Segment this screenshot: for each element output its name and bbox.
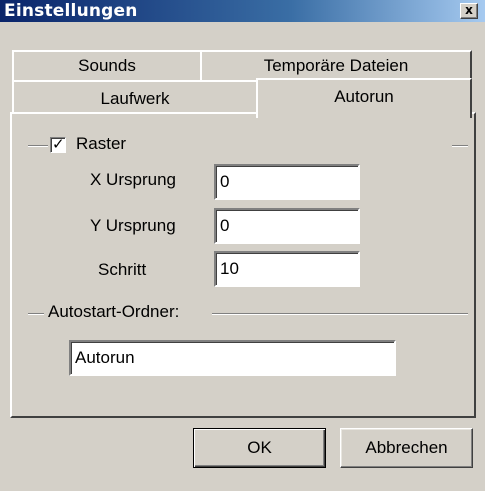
y-origin-label: Y Ursprung [90,216,176,235]
group-line [212,313,468,315]
ok-button[interactable]: OK [193,428,326,468]
window-title: Einstellungen [4,1,138,21]
tab-autorun[interactable]: Autorun [256,78,472,118]
check-mark-icon: ✓ [52,135,65,153]
tab-temporaere-dateien[interactable]: Temporäre Dateien [200,50,472,80]
y-origin-field[interactable] [214,208,360,244]
raster-checkbox[interactable]: ✓ [50,135,66,153]
autostart-label: Autostart-Ordner: [48,302,180,321]
x-origin-label: X Ursprung [90,170,176,189]
tab-sounds[interactable]: Sounds [12,50,202,80]
group-line [28,313,44,315]
autostart-folder-field[interactable] [69,340,396,376]
step-label: Schritt [98,260,147,279]
close-button[interactable]: x [460,3,478,19]
tab-laufwerk[interactable]: Laufwerk [12,80,258,114]
raster-label: Raster [76,134,127,153]
x-origin-field[interactable] [214,164,360,200]
cancel-button[interactable]: Abbrechen [340,428,473,468]
group-line [28,145,48,147]
group-line [452,145,468,147]
step-field[interactable] [214,251,360,287]
